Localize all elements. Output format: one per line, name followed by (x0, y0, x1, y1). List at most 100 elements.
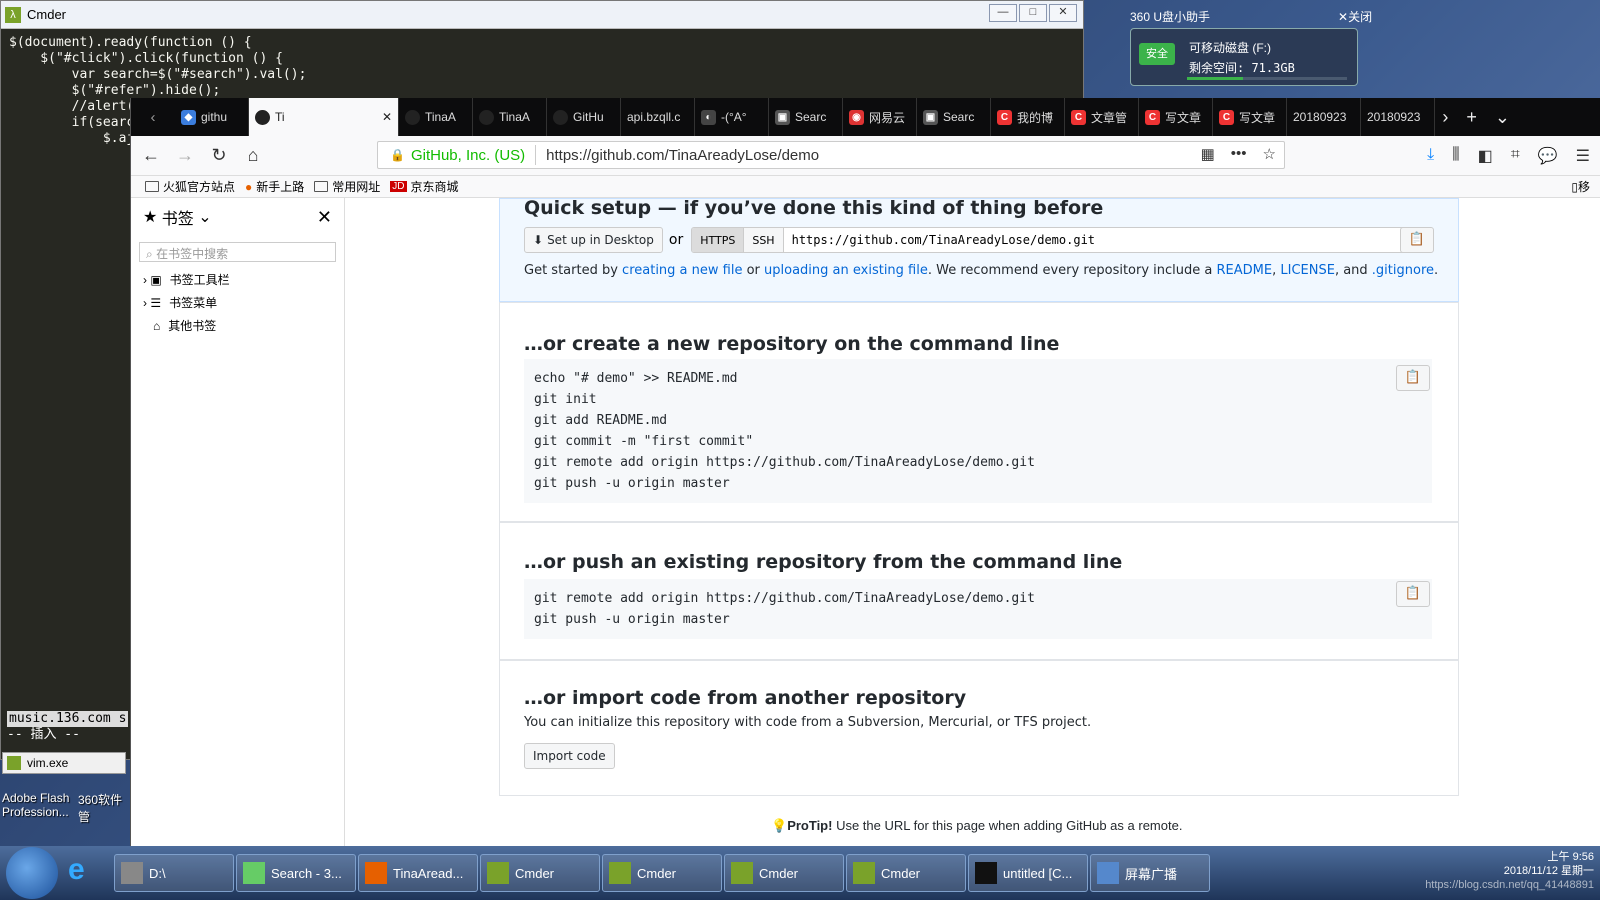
taskbar-item[interactable]: 屏幕广播 (1090, 854, 1210, 892)
gitignore-link[interactable]: .gitignore (1372, 263, 1434, 278)
close-tab-icon[interactable]: ✕ (382, 110, 392, 124)
download-icon[interactable]: ⤓ (1427, 146, 1434, 166)
taskbar-item[interactable]: Cmder (846, 854, 966, 892)
site-identity[interactable]: GitHub, Inc. (US) (411, 147, 525, 164)
tab-10[interactable]: C 我的博 (991, 98, 1065, 136)
reload-icon[interactable]: ↻ (205, 142, 233, 170)
clone-url-input[interactable]: https://github.com/TinaAreadyLose/demo.g… (783, 228, 1420, 252)
copy-push-icon[interactable]: 📋 (1396, 581, 1430, 607)
tab-2[interactable]: TinaA (399, 98, 473, 136)
taskbar-app-icon (243, 862, 265, 884)
push-repo-code[interactable]: git remote add origin https://github.com… (524, 579, 1432, 639)
chat-icon[interactable]: 💬 (1538, 146, 1558, 166)
sidebar-search-input[interactable]: ⌕ 在书签中搜索 (139, 242, 336, 262)
taskbar-item[interactable]: Search - 3... (236, 854, 356, 892)
taskbar-item[interactable]: untitled [C... (968, 854, 1088, 892)
sidebar-toggle-icon[interactable]: ◧ (1478, 146, 1493, 166)
create-file-link[interactable]: creating a new file (622, 263, 742, 278)
usb-helper-close[interactable]: ✕关闭 (1338, 8, 1372, 25)
taskbar-app-icon (1097, 862, 1119, 884)
bookmark-star-icon[interactable]: ☆ (1263, 145, 1276, 163)
taskbar-item[interactable]: Cmder (602, 854, 722, 892)
tab-14[interactable]: 20180923 (1287, 98, 1361, 136)
setup-desktop-button[interactable]: ⬇ Set up in Desktop (524, 227, 663, 253)
readme-link[interactable]: README (1217, 263, 1273, 278)
taskbar-item-label: Cmder (515, 865, 555, 881)
bookmark-overflow[interactable]: ▯移 (1571, 178, 1590, 195)
tab-11[interactable]: C 文章管 (1065, 98, 1139, 136)
cmder-titlebar[interactable]: λ Cmder — □ ✕ (1, 1, 1083, 29)
tab-8[interactable]: ◉ 网易云 (843, 98, 917, 136)
sidebar-item-menu[interactable]: › ☰ 书签菜单 (131, 291, 344, 314)
tray-date[interactable]: 2018/11/12 星期一 (1425, 864, 1594, 878)
tab-favicon-icon: ◐ (701, 109, 716, 125)
tab-label: 20180923 (1293, 110, 1347, 124)
vim-task-tab[interactable]: vim.exe (2, 752, 126, 774)
bookmark-jd[interactable]: JD 京东商城 (390, 178, 459, 195)
bookmark-firefox-official[interactable]: 火狐官方站点 (145, 178, 235, 195)
sidebar-header[interactable]: ★ 书签 ⌄ ✕ (131, 198, 344, 236)
close-button[interactable]: ✕ (1049, 4, 1077, 22)
menu-icon[interactable]: ☰ (1576, 146, 1590, 166)
sidebar-item-other[interactable]: ⌂ 其他书签 (131, 314, 344, 337)
vim-mode: -- 插入 -- (7, 727, 80, 742)
copy-new-repo-icon[interactable]: 📋 (1396, 365, 1430, 391)
library-icon[interactable]: ⫼ (1452, 146, 1459, 166)
tab-6[interactable]: ◐ -(°A° (695, 98, 769, 136)
bookmarks-sidebar: ★ 书签 ⌄ ✕ ⌕ 在书签中搜索 › ▣ 书签工具栏 › ☰ 书签菜单 ⌂ 其… (131, 198, 345, 846)
maximize-button[interactable]: □ (1019, 4, 1047, 22)
start-button[interactable] (6, 847, 58, 899)
tab-7[interactable]: ▣ Searc (769, 98, 843, 136)
taskbar-app-icon (487, 862, 509, 884)
license-link[interactable]: LICENSE (1280, 263, 1335, 278)
page-actions-icon[interactable]: ••• (1231, 145, 1247, 163)
taskbar-item-label: untitled [C... (1003, 865, 1073, 881)
firefox-window[interactable]: ‹ ◆ githu Ti ✕ TinaA TinaA GitHu api.bzqll.c ◐ -(… (130, 98, 1600, 846)
import-code-button[interactable]: Import code (524, 743, 615, 769)
tab-3[interactable]: TinaA (473, 98, 547, 136)
tab-list-icon[interactable]: ⌄ (1495, 107, 1510, 128)
tab-5[interactable]: api.bzqll.c (621, 98, 695, 136)
taskbar-item[interactable]: Cmder (480, 854, 600, 892)
tab-1[interactable]: Ti ✕ (249, 98, 399, 136)
back-icon[interactable]: ← (137, 142, 165, 170)
tab-favicon-icon: ▣ (923, 109, 938, 125)
tab-12[interactable]: C 写文章 (1139, 98, 1213, 136)
tab-scroll-left-icon[interactable]: ‹ (131, 98, 175, 136)
https-button[interactable]: HTTPS (692, 228, 745, 252)
jd-icon: JD (390, 181, 407, 192)
copy-clone-url-icon[interactable]: 📋 (1400, 227, 1434, 253)
sidebar-title: 书签 (161, 211, 194, 228)
taskbar-item[interactable]: TinaAread... (358, 854, 478, 892)
forward-icon[interactable]: → (171, 142, 199, 170)
home-icon[interactable]: ⌂ (239, 142, 267, 170)
upload-file-link[interactable]: uploading an existing file (764, 263, 928, 278)
usb-drive-card[interactable]: 安全 可移动磁盘 (F:) 剩余空间: 71.3GB (1130, 28, 1358, 86)
desktop-icon-360[interactable]: 360软件管 (78, 791, 130, 825)
minimize-button[interactable]: — (989, 4, 1017, 22)
url-text[interactable]: https://github.com/TinaAreadyLose/demo (546, 147, 819, 164)
taskbar-item[interactable]: Cmder (724, 854, 844, 892)
tab-15[interactable]: 20180923 (1361, 98, 1435, 136)
tab-4[interactable]: GitHu (547, 98, 621, 136)
sidebar-item-toolbar[interactable]: › ▣ 书签工具栏 (131, 268, 344, 291)
tab-13[interactable]: C 写文章 (1213, 98, 1287, 136)
tab-0[interactable]: ◆ githu (175, 98, 249, 136)
bookmark-getting-started[interactable]: ● 新手上路 (245, 178, 304, 195)
ie-icon[interactable]: e (68, 853, 108, 893)
tab-scroll-right-icon[interactable]: › (1442, 107, 1448, 128)
url-bar[interactable]: 🔒 GitHub, Inc. (US) https://github.com/T… (377, 141, 1285, 169)
bookmark-common-sites[interactable]: 常用网址 (314, 178, 380, 195)
ssh-button[interactable]: SSH (744, 228, 784, 252)
tray-time[interactable]: 上午 9:56 (1425, 850, 1594, 864)
lock-icon: 🔒 (390, 148, 405, 162)
tab-label: -(°A° (721, 110, 747, 124)
code-line: $(document).ready(function () { (9, 35, 252, 50)
new-tab-icon[interactable]: + (1466, 107, 1477, 128)
screenshot-icon[interactable]: ⌗ (1511, 146, 1520, 166)
new-repo-code[interactable]: echo "# demo" >> README.md git init git … (524, 359, 1432, 503)
tab-9[interactable]: ▣ Searc (917, 98, 991, 136)
taskbar-item[interactable]: D:\ (114, 854, 234, 892)
close-sidebar-icon[interactable]: ✕ (317, 207, 332, 228)
qr-code-icon[interactable]: ▦ (1201, 145, 1215, 163)
